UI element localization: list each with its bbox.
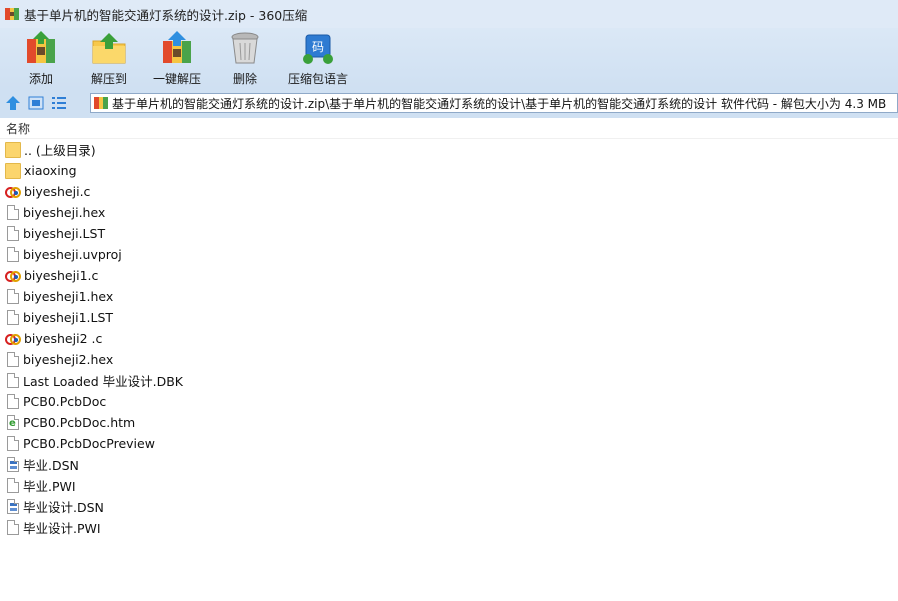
file-icon (7, 205, 19, 220)
list-item[interactable]: 毕业.PWI (0, 475, 898, 496)
html-file-icon: e (7, 415, 19, 430)
list-item[interactable]: biyesheji1.hex (0, 286, 898, 307)
file-icon (7, 289, 19, 304)
file-list: 名称 .. (上级目录) xiaoxing biyesheji.c biyesh… (0, 118, 898, 601)
thumbnail-view-icon[interactable] (26, 93, 46, 113)
path-field[interactable]: 基于单片机的智能交通灯系统的设计.zip\基于单片机的智能交通灯系统的设计\基于… (90, 93, 898, 113)
list-item[interactable]: biyesheji.uvproj (0, 244, 898, 265)
list-item[interactable]: 毕业设计.PWI (0, 517, 898, 538)
file-icon (7, 352, 19, 367)
list-item[interactable]: biyesheji1.LST (0, 307, 898, 328)
c-source-icon (5, 268, 21, 284)
list-item[interactable]: e PCB0.PcbDoc.htm (0, 412, 898, 433)
window-title: 基于单片机的智能交通灯系统的设计.zip - 360压缩 (24, 7, 308, 23)
dsn-file-icon (7, 499, 19, 514)
archive-language-icon: 码 (300, 31, 336, 65)
delete-button[interactable]: 删除 (218, 28, 272, 87)
c-source-icon (5, 184, 21, 200)
list-item[interactable]: biyesheji2.hex (0, 349, 898, 370)
title-bar: 基于单片机的智能交通灯系统的设计.zip - 360压缩 (0, 0, 898, 28)
archive-language-button-label: 压缩包语言 (287, 72, 348, 86)
list-item[interactable]: .. (上级目录) (0, 139, 898, 160)
list-item[interactable]: biyesheji.hex (0, 202, 898, 223)
add-button[interactable]: 添加 (14, 28, 68, 87)
one-click-extract-button-label: 一键解压 (152, 72, 201, 86)
one-click-extract-button[interactable]: 一键解压 (150, 28, 204, 87)
file-icon (7, 373, 19, 388)
list-view-icon[interactable] (49, 93, 69, 113)
list-item[interactable]: biyesheji.c (0, 181, 898, 202)
list-item[interactable]: PCB0.PcbDoc (0, 391, 898, 412)
file-icon (7, 520, 19, 535)
list-item[interactable]: xiaoxing (0, 160, 898, 181)
list-item[interactable]: biyesheji2 .c (0, 328, 898, 349)
address-bar: 基于单片机的智能交通灯系统的设计.zip\基于单片机的智能交通灯系统的设计\基于… (0, 88, 898, 118)
list-item[interactable]: Last Loaded 毕业设计.DBK (0, 370, 898, 391)
list-item[interactable]: 毕业设计.DSN (0, 496, 898, 517)
file-icon (7, 394, 19, 409)
file-icon (7, 436, 19, 451)
extract-to-folder-icon (91, 31, 127, 65)
toolbar: 添加 解压到 一键解压 删除 码 压缩包语言 (0, 28, 898, 88)
folder-icon (5, 141, 21, 158)
file-icon (7, 247, 19, 262)
file-icon (7, 226, 19, 241)
file-icon (7, 478, 19, 493)
path-text: 基于单片机的智能交通灯系统的设计.zip\基于单片机的智能交通灯系统的设计\基于… (112, 96, 887, 111)
file-icon (7, 310, 19, 325)
archive-icon (4, 6, 20, 22)
list-item[interactable]: PCB0.PcbDocPreview (0, 433, 898, 454)
extract-to-button-label: 解压到 (90, 72, 127, 86)
extract-to-button[interactable]: 解压到 (82, 28, 136, 87)
add-archive-icon (23, 31, 59, 65)
column-header-label: 名称 (6, 121, 31, 136)
archive-language-button[interactable]: 码 压缩包语言 (286, 28, 350, 87)
svg-text:码: 码 (312, 40, 324, 54)
list-item[interactable]: biyesheji.LST (0, 223, 898, 244)
up-arrow-icon[interactable] (3, 93, 23, 113)
dsn-file-icon (7, 457, 19, 472)
list-item[interactable]: biyesheji1.c (0, 265, 898, 286)
folder-icon (5, 162, 21, 179)
column-header-name[interactable]: 名称 (0, 118, 898, 139)
delete-button-label: 删除 (232, 72, 257, 86)
file-rows: .. (上级目录) xiaoxing biyesheji.c biyesheji… (0, 139, 898, 538)
c-source-icon (5, 331, 21, 347)
add-button-label: 添加 (28, 72, 53, 86)
list-item[interactable]: 毕业.DSN (0, 454, 898, 475)
archive-icon (94, 96, 108, 110)
trash-icon (227, 31, 263, 65)
one-click-extract-icon (159, 31, 195, 65)
